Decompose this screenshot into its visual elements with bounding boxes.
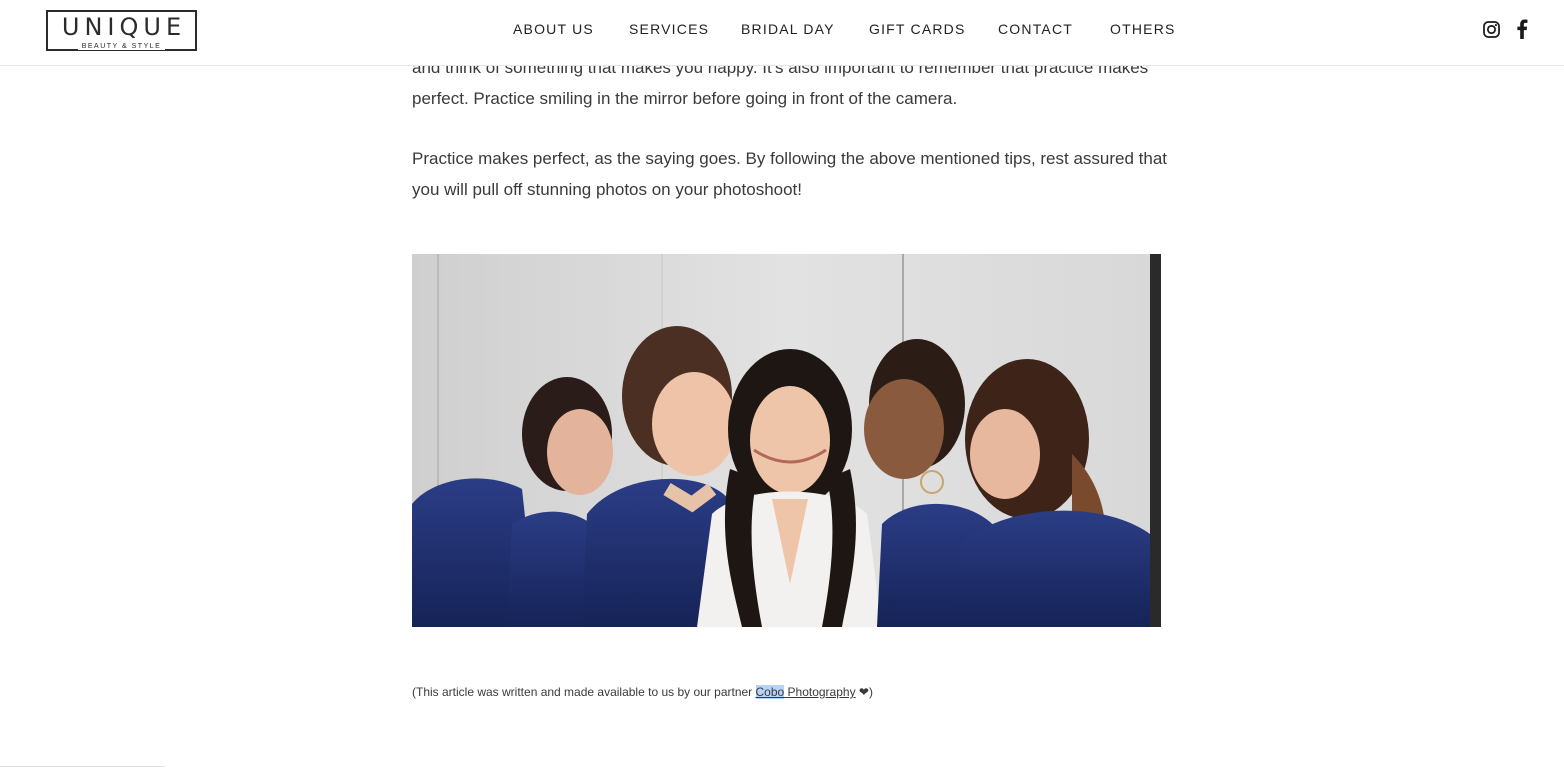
site-header: UNIQUE BEAUTY & STYLE ABOUT US SERVICES …	[0, 0, 1564, 66]
credit-text: (This article was written and made avail…	[412, 685, 756, 699]
cobo-photography-link[interactable]: Cobo Photography	[755, 685, 856, 699]
bridal-party-illustration	[412, 254, 1161, 627]
instagram-icon[interactable]	[1482, 19, 1501, 41]
nav-item-bridal-day[interactable]: BRIDAL DAY	[741, 20, 835, 38]
heart-icon: ❤	[858, 685, 869, 699]
divider	[0, 766, 165, 767]
main-nav: ABOUT US SERVICES BRIDAL DAY GIFT CARDS …	[0, 20, 1564, 40]
logo-tagline: BEAUTY & STYLE	[48, 43, 195, 51]
selected-text: Cobo	[755, 685, 785, 699]
nav-item-about-us[interactable]: ABOUT US	[513, 20, 594, 38]
nav-item-others[interactable]: OTHERS	[1110, 20, 1176, 38]
nav-item-contact[interactable]: CONTACT	[998, 20, 1073, 38]
nav-item-gift-cards[interactable]: GIFT CARDS	[869, 20, 966, 38]
nav-item-services[interactable]: SERVICES	[629, 20, 709, 38]
facebook-icon[interactable]	[1516, 19, 1528, 41]
article-paragraph: Practice makes perfect, as the saying go…	[412, 149, 1168, 199]
bridal-party-photo	[412, 254, 1161, 627]
article-credit: (This article was written and made avail…	[412, 685, 873, 699]
